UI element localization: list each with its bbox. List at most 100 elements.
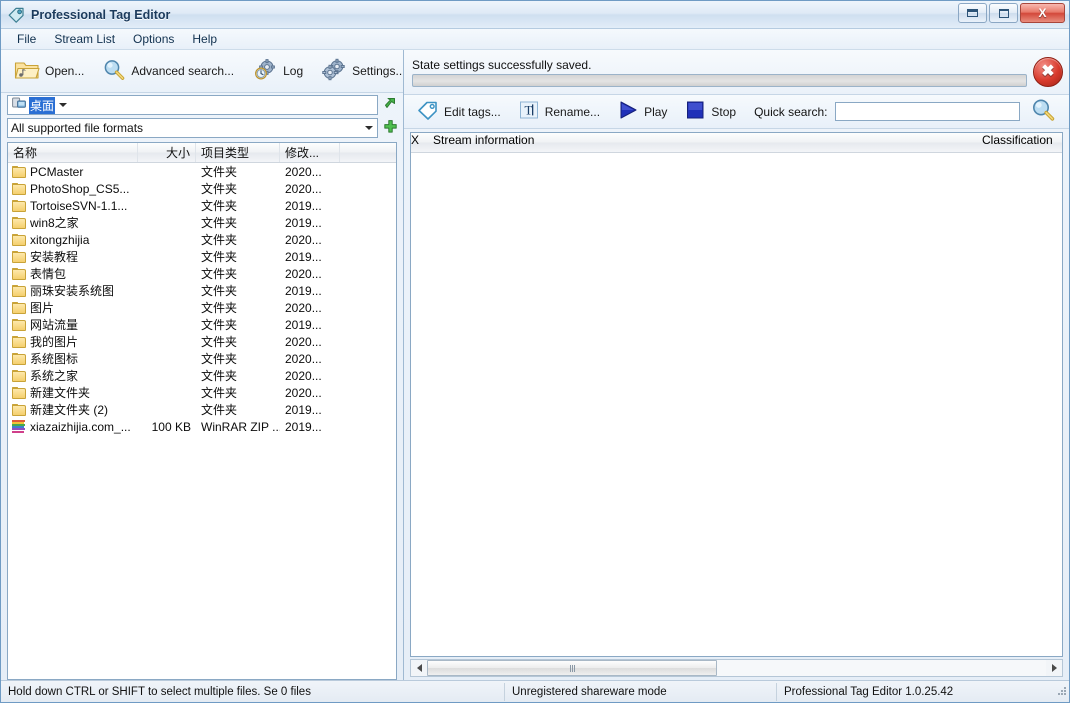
file-name: 表情包 — [30, 265, 66, 282]
scroll-left-button[interactable] — [411, 660, 427, 676]
table-row[interactable]: 图片文件夹2020... — [8, 299, 396, 316]
file-name: 新建文件夹 — [30, 384, 90, 401]
table-row[interactable]: 新建文件夹 (2)文件夹2019... — [8, 401, 396, 418]
log-button-label: Log — [283, 64, 303, 78]
file-modified-cell: 2020... — [280, 301, 340, 315]
maximize-button[interactable] — [989, 3, 1018, 23]
scrollbar-thumb[interactable] — [427, 660, 717, 676]
table-row[interactable]: xitongzhijia文件夹2020... — [8, 231, 396, 248]
path-combo[interactable]: 桌面 — [7, 95, 378, 115]
file-modified-cell: 2019... — [280, 420, 340, 434]
file-type-cell: 文件夹 — [196, 180, 280, 197]
refresh-button[interactable] — [382, 96, 399, 115]
svg-text:T: T — [524, 103, 532, 118]
window-controls: X — [958, 3, 1065, 23]
advanced-search-button[interactable]: Advanced search... — [95, 54, 241, 89]
file-modified-cell: 2019... — [280, 403, 340, 417]
table-row[interactable]: xiazaizhijia.com_...100 KBWinRAR ZIP ...… — [8, 418, 396, 435]
log-button[interactable]: Log — [245, 54, 310, 89]
right-pane: State settings successfully saved. ✖ Ed — [403, 50, 1069, 680]
file-name-cell: xiazaizhijia.com_... — [8, 420, 138, 434]
folder-icon — [12, 336, 26, 348]
file-name-cell: 我的图片 — [8, 333, 138, 350]
folder-icon — [12, 285, 26, 297]
menu-item-file[interactable]: File — [9, 30, 44, 48]
minimize-button[interactable] — [958, 3, 987, 23]
folder-icon — [12, 302, 26, 314]
settings-button[interactable]: Settings... — [314, 54, 412, 89]
file-type-cell: 文件夹 — [196, 214, 280, 231]
stream-list: X Stream information Classification — [410, 132, 1063, 657]
table-row[interactable]: 丽珠安装系统图文件夹2019... — [8, 282, 396, 299]
open-button[interactable]: Open... — [7, 54, 91, 89]
error-close-button[interactable]: ✖ — [1033, 57, 1063, 87]
application-window: Professional Tag Editor X File Stream Li… — [0, 0, 1070, 703]
file-name: PCMaster — [30, 165, 83, 179]
folder-icon — [12, 166, 26, 178]
column-header-x[interactable]: X — [411, 133, 433, 152]
column-header-classification[interactable]: Classification — [982, 133, 1062, 152]
play-button[interactable]: Play — [610, 96, 674, 127]
menu-item-help[interactable]: Help — [184, 30, 225, 48]
table-row[interactable]: 新建文件夹 文件夹2020... — [8, 384, 396, 401]
right-toolbar: Edit tags... T Rename... — [404, 95, 1069, 129]
file-modified-cell: 2019... — [280, 284, 340, 298]
main-body: Open... Advanced search... — [1, 50, 1069, 680]
add-filter-button[interactable] — [382, 119, 399, 138]
rename-button[interactable]: T Rename... — [511, 96, 607, 127]
stop-button[interactable]: Stop — [677, 96, 743, 127]
scrollbar-track[interactable] — [427, 660, 1046, 676]
filter-combo[interactable]: All supported file formats — [7, 118, 378, 138]
horizontal-scrollbar[interactable] — [410, 659, 1063, 677]
table-row[interactable]: 系统图标文件夹2020... — [8, 350, 396, 367]
chevron-down-icon[interactable] — [361, 119, 377, 137]
folder-icon — [12, 387, 26, 399]
file-modified-cell: 2020... — [280, 386, 340, 400]
file-name-cell: 新建文件夹 (2) — [8, 401, 138, 418]
file-name: 系统图标 — [30, 350, 78, 367]
file-name: 丽珠安装系统图 — [30, 282, 114, 299]
column-header-size[interactable]: 大小 — [138, 143, 196, 162]
file-name: win8之家 — [30, 214, 79, 231]
folder-icon — [12, 353, 26, 365]
stream-list-header: X Stream information Classification — [411, 133, 1062, 153]
table-row[interactable]: PhotoShop_CS5...文件夹2020... — [8, 180, 396, 197]
table-row[interactable]: PCMaster文件夹2020... — [8, 163, 396, 180]
file-name: xitongzhijia — [30, 233, 89, 247]
file-name-cell: PCMaster — [8, 165, 138, 179]
stream-list-body[interactable] — [411, 153, 1062, 656]
close-button[interactable]: X — [1020, 3, 1065, 23]
table-row[interactable]: win8之家文件夹2019... — [8, 214, 396, 231]
file-list: 名称 大小 项目类型 修改... PCMaster文件夹2020...Photo… — [7, 142, 397, 680]
status-bar: Hold down CTRL or SHIFT to select multip… — [1, 680, 1069, 702]
file-type-cell: 文件夹 — [196, 384, 280, 401]
column-header-type[interactable]: 项目类型 — [196, 143, 280, 162]
table-row[interactable]: 系统之家文件夹2020... — [8, 367, 396, 384]
chevron-down-icon[interactable] — [55, 96, 71, 114]
file-list-body[interactable]: PCMaster文件夹2020...PhotoShop_CS5...文件夹202… — [8, 163, 396, 679]
table-row[interactable]: 网站流量文件夹2019... — [8, 316, 396, 333]
table-row[interactable]: 表情包文件夹2020... — [8, 265, 396, 282]
table-row[interactable]: 我的图片文件夹2020... — [8, 333, 396, 350]
file-name: 安装教程 — [30, 248, 78, 265]
table-row[interactable]: TortoiseSVN-1.1...文件夹2019... — [8, 197, 396, 214]
column-header-modified[interactable]: 修改... — [280, 143, 340, 162]
table-row[interactable]: 安装教程文件夹2019... — [8, 248, 396, 265]
folder-icon — [12, 183, 26, 195]
folder-icon — [12, 217, 26, 229]
quick-search-input[interactable] — [835, 102, 1020, 121]
folder-icon — [12, 319, 26, 331]
status-panel: State settings successfully saved. ✖ — [404, 50, 1069, 95]
error-close-icon: ✖ — [1041, 64, 1054, 80]
resize-grip-icon[interactable] — [1055, 685, 1069, 698]
column-header-stream-information[interactable]: Stream information — [433, 133, 982, 152]
menu-item-options[interactable]: Options — [125, 30, 182, 48]
scroll-right-button[interactable] — [1046, 660, 1062, 676]
column-header-name[interactable]: 名称 — [8, 143, 138, 162]
quick-search-button[interactable] — [1023, 93, 1063, 130]
edit-tags-button[interactable]: Edit tags... — [410, 96, 508, 127]
menu-item-stream-list[interactable]: Stream List — [46, 30, 123, 48]
file-type-cell: 文件夹 — [196, 299, 280, 316]
file-name-cell: TortoiseSVN-1.1... — [8, 199, 138, 213]
file-name: 新建文件夹 (2) — [30, 401, 108, 418]
